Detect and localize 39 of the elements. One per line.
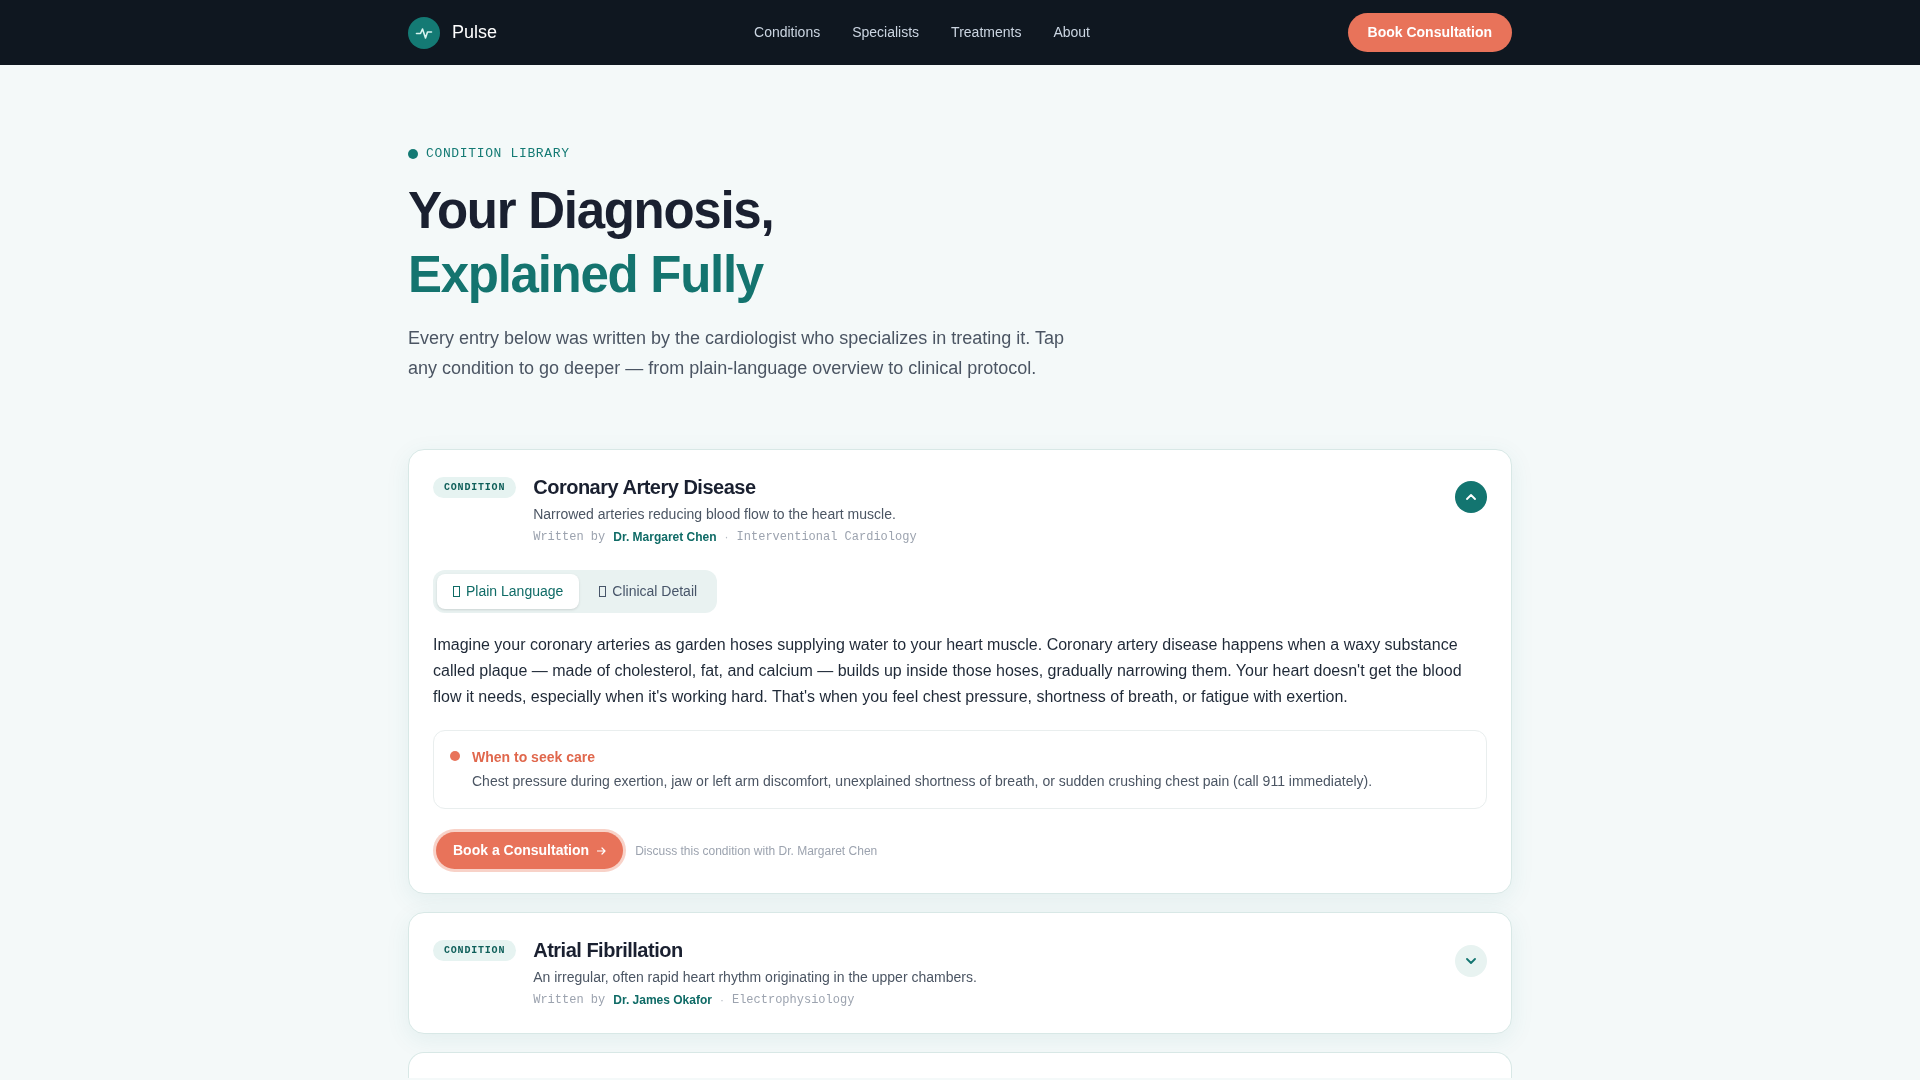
- byline-label: Written by: [533, 529, 606, 546]
- nav-link[interactable]: Specialists: [852, 22, 920, 43]
- nav-link[interactable]: Conditions: [754, 22, 821, 43]
- intro-text: Every entry below was written by the cardiologist who specializes in treating it. Tap any condition to go deeper — from plain-language overview to clinical protocol.: [408, 327, 1065, 380]
- alert-dot-icon: [450, 751, 460, 761]
- chevron-down-icon: [1466, 958, 1476, 964]
- specialty-label: Electrophysiology: [731, 992, 855, 1009]
- view-tab[interactable]: Clinical Detail: [583, 574, 714, 609]
- author-link[interactable]: Dr. James Okafor: [613, 991, 712, 1009]
- brand-name[interactable]: Pulse: [452, 19, 498, 46]
- condition-description: Imagine your coronary arteries as garden hoses supplying water to your heart muscle. Coronary artery disease happens when a waxy substance called plaque — made of cholesterol, fat, and calcium — builds up inside those hoses, gradually narrowing them. Your heart doesn't get the blood flow it needs, especially when it's working hard. That's when you feel chest pressure, shortness of breath, or fatigue with exertion.: [433, 635, 1463, 707]
- alert-text: Chest pressure during exertion, jaw or left arm discomfort, unexplained shortness of breath, or sudden crushing chest pain (call 911 immediately).: [472, 772, 1373, 791]
- specialty-label: Interventional Cardiology: [736, 529, 917, 546]
- rectangle-icon: [599, 586, 607, 597]
- nav-link[interactable]: Treatments: [951, 22, 1022, 43]
- nav-link[interactable]: About: [1053, 22, 1090, 43]
- condition-summary: Narrowed arteries reducing blood flow to the heart muscle.: [533, 505, 897, 524]
- view-tab[interactable]: Plain Language: [437, 574, 580, 609]
- eyebrow-label: CONDITION LIBRARY: [426, 145, 570, 164]
- dot-icon: [408, 149, 418, 159]
- headline-accent: Explained Fully: [408, 245, 763, 305]
- headline: Your Diagnosis,: [408, 181, 774, 241]
- condition-badge: CONDITION: [433, 477, 517, 498]
- alert-title: When to seek care: [472, 748, 596, 767]
- condition-title: Atrial Fibrillation: [533, 938, 684, 963]
- condition-badge: CONDITION: [433, 940, 517, 961]
- expand-toggle-button[interactable]: [1455, 945, 1487, 977]
- pulse-logo-icon: [408, 16, 440, 49]
- byline-separator: ·: [724, 529, 729, 546]
- chevron-up-icon: [1466, 494, 1476, 500]
- byline-separator: ·: [719, 992, 724, 1009]
- byline-label: Written by: [533, 992, 606, 1009]
- arrow-right-icon: [597, 846, 607, 855]
- condition-summary: An irregular, often rapid heart rhythm originating in the upper chambers.: [533, 968, 977, 987]
- rectangle-icon: [453, 586, 460, 597]
- consultation-note: Discuss this condition with Dr. Margaret Chen: [635, 842, 878, 860]
- condition-title: Coronary Artery Disease: [533, 475, 757, 500]
- author-link[interactable]: Dr. Margaret Chen: [613, 528, 717, 546]
- expand-toggle-button[interactable]: [1455, 481, 1487, 513]
